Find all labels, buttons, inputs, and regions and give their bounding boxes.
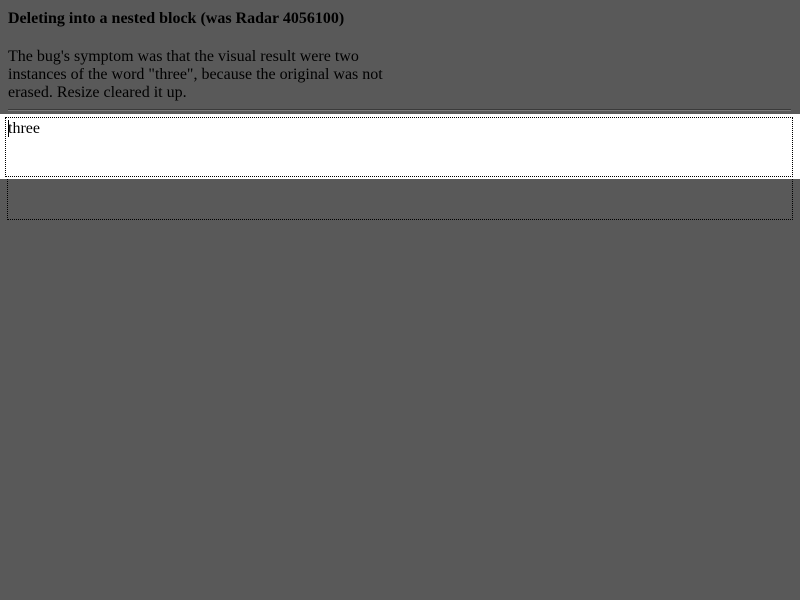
text-caret bbox=[8, 120, 9, 137]
horizontal-rule bbox=[8, 109, 791, 111]
description-paragraph: The bug's symptom was that the visual re… bbox=[8, 48, 383, 101]
inner-nested-block[interactable] bbox=[5, 117, 793, 177]
page-heading: Deleting into a nested block (was Radar … bbox=[8, 10, 345, 27]
editable-text[interactable]: three bbox=[8, 120, 40, 138]
